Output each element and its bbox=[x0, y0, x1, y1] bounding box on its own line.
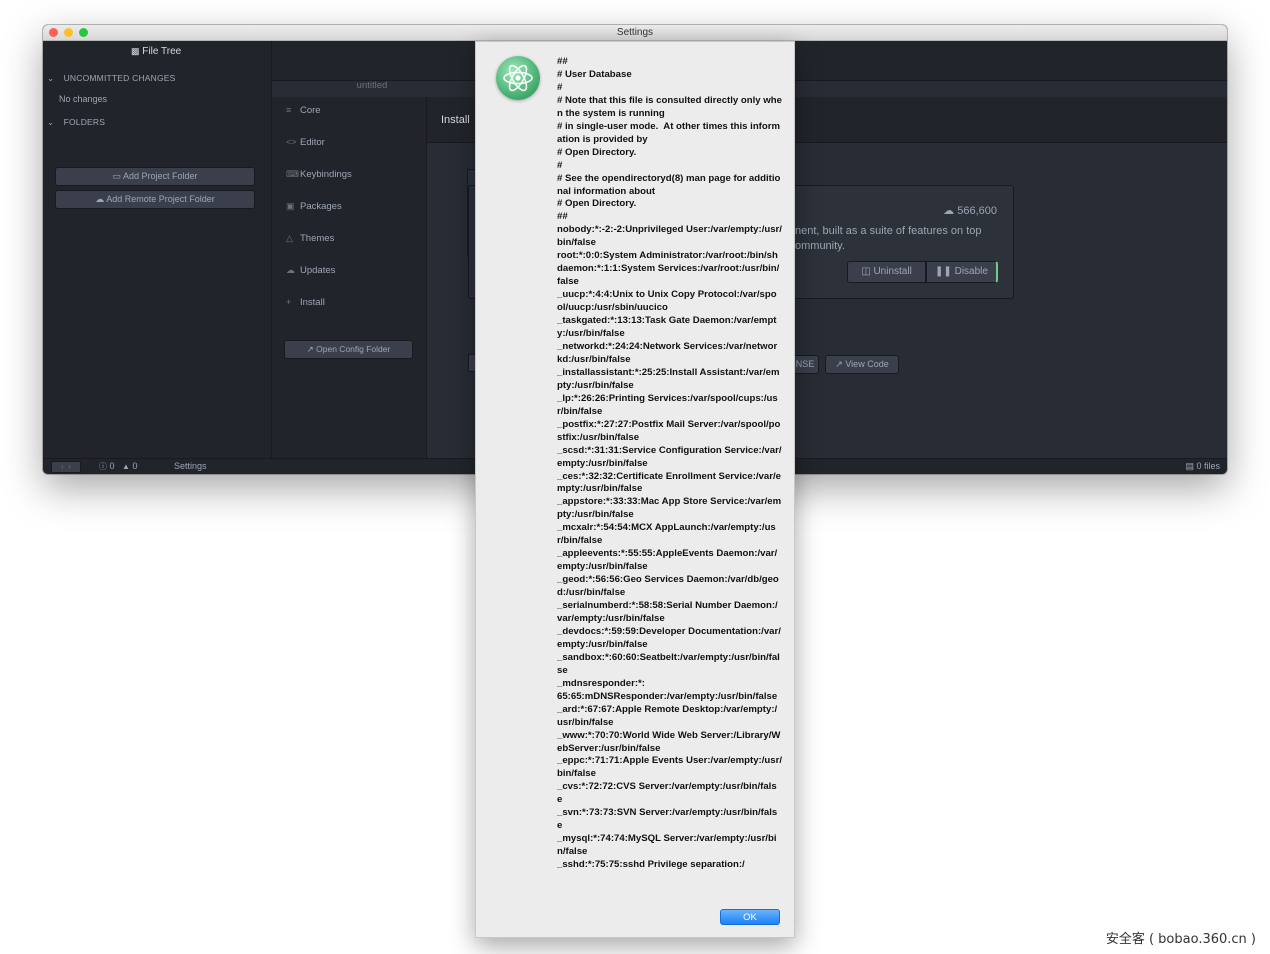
error-icon: ⓘ bbox=[99, 462, 107, 471]
status-tab-title[interactable]: Settings bbox=[174, 461, 207, 471]
chevron-down-icon: ⌄ bbox=[47, 117, 55, 127]
view-code-label: View Code bbox=[845, 359, 889, 369]
file-tree-title: File Tree bbox=[142, 46, 182, 57]
folders-label: FOLDERS bbox=[63, 117, 106, 127]
nav-label: Themes bbox=[300, 233, 335, 244]
nav-label: Core bbox=[300, 105, 321, 116]
link-external-icon: ↗ bbox=[306, 344, 314, 354]
atom-logo-icon bbox=[503, 64, 533, 92]
file-tree-panel: ▩ File Tree ⌄ UNCOMMITTED CHANGES No cha… bbox=[43, 41, 272, 458]
chevron-left-icon[interactable]: ‹ bbox=[61, 462, 64, 471]
paintcan-icon: △ bbox=[286, 233, 293, 243]
package-description: nent, built as a suite of features on to… bbox=[795, 224, 982, 254]
keyboard-icon: ⌨ bbox=[286, 169, 299, 179]
nav-label: Packages bbox=[300, 201, 342, 212]
sliders-icon: ≡ bbox=[286, 105, 292, 115]
alert-dialog: ## # User Database # # Note that this fi… bbox=[475, 41, 795, 938]
window-title: Settings bbox=[616, 27, 654, 38]
nav-item-core[interactable]: ≡ Core bbox=[286, 105, 321, 116]
cloud-upload-icon: ☁ bbox=[95, 194, 105, 204]
file-count-label: 0 files bbox=[1196, 461, 1220, 471]
chevron-right-icon[interactable]: › bbox=[68, 462, 71, 471]
alert-message: ## # User Database # # Note that this fi… bbox=[557, 56, 782, 871]
install-title: Install bbox=[441, 114, 470, 126]
uninstall-button[interactable]: ◫ Uninstall bbox=[847, 261, 926, 283]
nav-item-install[interactable]: + Install bbox=[286, 297, 325, 308]
nav-item-editor[interactable]: <> Editor bbox=[286, 137, 325, 148]
link-external-icon: ↗ bbox=[835, 359, 843, 369]
file-icon: ▤ bbox=[1185, 461, 1194, 471]
downloads-value: 566,600 bbox=[957, 205, 997, 217]
uncommitted-changes-section[interactable]: ⌄ UNCOMMITTED CHANGES bbox=[47, 73, 176, 84]
file-count[interactable]: ▤ 0 files bbox=[1185, 461, 1220, 472]
no-changes-text: No changes bbox=[59, 94, 108, 104]
cloud-download-icon: ☁ bbox=[943, 205, 955, 217]
trash-icon: ◫ bbox=[861, 266, 871, 277]
nav-back-forward[interactable]: ‹ › bbox=[51, 461, 81, 473]
description-line: nent, built as a suite of features on to… bbox=[795, 225, 982, 237]
title-bar[interactable]: Settings bbox=[43, 25, 1227, 41]
nav-label: Updates bbox=[300, 265, 336, 276]
add-remote-project-folder-label: Add Remote Project Folder bbox=[106, 194, 215, 204]
add-project-folder-label: Add Project Folder bbox=[122, 171, 198, 181]
nav-item-keybindings[interactable]: ⌨Keybindings bbox=[286, 169, 352, 180]
add-remote-project-folder-button[interactable]: ☁ Add Remote Project Folder bbox=[55, 190, 255, 209]
error-count: 0 bbox=[109, 461, 115, 471]
plus-icon: + bbox=[286, 297, 292, 307]
disable-label: Disable bbox=[954, 266, 988, 277]
diagnostics-counts[interactable]: ⓘ 0 ▲ 0 bbox=[99, 461, 138, 472]
folder-icon: ▩ bbox=[131, 46, 140, 56]
nav-item-updates[interactable]: ☁ Updates bbox=[286, 265, 335, 276]
nav-label: Editor bbox=[300, 137, 325, 148]
nav-item-themes[interactable]: △ Themes bbox=[286, 233, 334, 244]
license-button[interactable]: NSE bbox=[791, 355, 819, 374]
uninstall-label: Uninstall bbox=[873, 266, 912, 277]
folders-section[interactable]: ⌄ FOLDERS bbox=[47, 117, 105, 128]
pause-icon: ❚❚ bbox=[935, 266, 952, 277]
downloads-count: ☁ 566,600 bbox=[943, 204, 997, 217]
open-config-folder-button[interactable]: ↗ Open Config Folder bbox=[284, 340, 413, 359]
uncommitted-changes-label: UNCOMMITTED CHANGES bbox=[63, 73, 176, 83]
package-icon: ▣ bbox=[286, 201, 295, 211]
open-config-folder-label: Open Config Folder bbox=[316, 344, 391, 354]
cloud-download-icon: ☁ bbox=[286, 265, 295, 275]
watermark-text: 安全客 ( bobao.360.cn ) bbox=[1105, 932, 1256, 947]
warning-icon: ▲ bbox=[122, 462, 130, 471]
add-project-folder-button[interactable]: ▭ Add Project Folder bbox=[55, 167, 255, 186]
warning-count: 0 bbox=[132, 461, 138, 471]
file-tree-header[interactable]: ▩ File Tree bbox=[131, 46, 181, 57]
settings-nav: ≡ Core <> Editor ⌨Keybindings ▣ Packages △ T… bbox=[272, 97, 427, 458]
nav-label: Keybindings bbox=[300, 169, 352, 180]
disable-button[interactable]: ❚❚ Disable bbox=[926, 261, 998, 283]
view-code-button[interactable]: ↗ View Code bbox=[825, 355, 899, 374]
tab-untitled[interactable]: untitled bbox=[272, 75, 472, 97]
description-line: ommunity. bbox=[795, 240, 845, 252]
nav-label: Install bbox=[300, 297, 325, 308]
monitor-icon: ▭ bbox=[112, 171, 121, 181]
ok-button[interactable]: OK bbox=[720, 909, 780, 925]
nav-item-packages[interactable]: ▣ Packages bbox=[286, 201, 342, 212]
license-label: NSE bbox=[795, 359, 815, 369]
atom-app-icon bbox=[496, 56, 540, 100]
chevron-down-icon: ⌄ bbox=[47, 73, 55, 83]
code-icon: <> bbox=[286, 137, 297, 147]
